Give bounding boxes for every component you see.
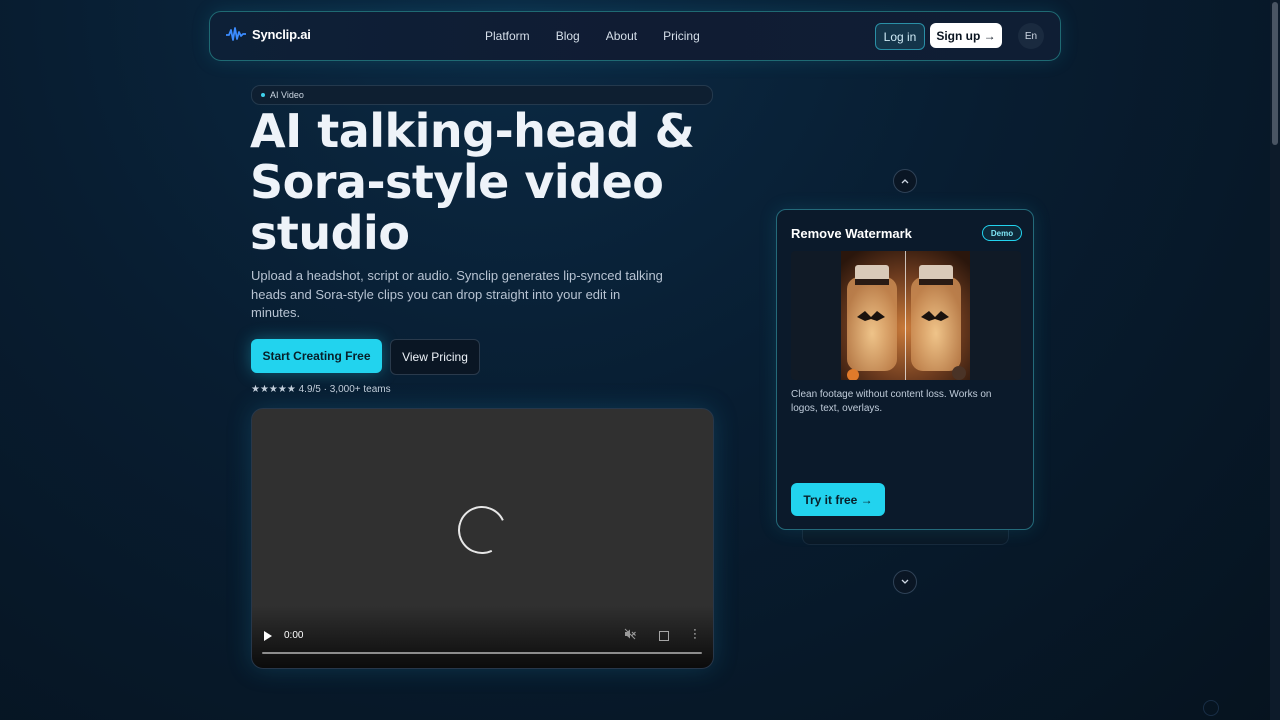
- nav-link-platform[interactable]: Platform: [485, 29, 530, 43]
- nav-link-pricing[interactable]: Pricing: [663, 29, 700, 43]
- play-icon[interactable]: [264, 631, 272, 641]
- language-button[interactable]: En: [1018, 23, 1044, 49]
- video-player[interactable]: 0:00 · · ·: [251, 408, 714, 669]
- nav-links: Platform Blog About Pricing: [485, 29, 700, 43]
- badge-label: AI Video: [270, 90, 304, 100]
- corner-badge-icon: [1203, 700, 1219, 716]
- hero-badge: AI Video: [251, 85, 713, 105]
- chevron-up-icon: [901, 179, 909, 184]
- badge-dot-icon: [261, 93, 265, 97]
- more-options-icon[interactable]: · · ·: [693, 625, 697, 644]
- hero-subtitle: Upload a headshot, script or audio. Sync…: [251, 268, 663, 320]
- scrollbar-thumb[interactable]: [1272, 2, 1278, 145]
- hero-title-line-2: Sora-style video: [250, 155, 664, 209]
- demo-badge: Demo: [982, 225, 1022, 241]
- fullscreen-icon[interactable]: [659, 631, 669, 641]
- muted-speaker-icon: [624, 628, 636, 640]
- nav-link-about[interactable]: About: [606, 29, 637, 43]
- waveform-icon: [226, 27, 246, 41]
- try-it-free-button[interactable]: Try it free →: [791, 483, 885, 516]
- card-media: [791, 251, 1021, 380]
- login-button[interactable]: Log in: [875, 23, 925, 50]
- jar-photo: [841, 251, 970, 380]
- next-card-peek: [802, 528, 1009, 545]
- start-creating-button[interactable]: Start Creating Free: [251, 339, 382, 373]
- landing-page: Synclip.ai Platform Blog About Pricing L…: [0, 0, 1280, 720]
- top-navbar: Synclip.ai Platform Blog About Pricing L…: [209, 11, 1061, 61]
- feature-card: Remove Watermark Demo Clean footage with…: [776, 209, 1034, 530]
- view-pricing-button[interactable]: View Pricing: [390, 339, 480, 375]
- rating-text: ★★★★★ 4.9/5 · 3,000+ teams: [251, 384, 391, 395]
- hero-title-line-1: AI talking-head &: [250, 104, 695, 158]
- nav-link-blog[interactable]: Blog: [556, 29, 580, 43]
- mute-icon[interactable]: [624, 628, 636, 643]
- card-title: Remove Watermark: [791, 226, 912, 241]
- brand-logo[interactable]: Synclip.ai: [226, 26, 311, 42]
- loading-spinner-icon: [451, 499, 513, 561]
- hero-title: AI talking-head & Sora-style video studi…: [250, 106, 730, 259]
- carousel-down-button[interactable]: [893, 570, 917, 594]
- signup-button[interactable]: Sign up →: [930, 23, 1002, 48]
- card-description: Clean footage without content loss. Work…: [791, 389, 992, 414]
- video-progress-bar[interactable]: [262, 652, 702, 654]
- hero-title-line-3: studio: [250, 206, 410, 260]
- carousel-up-button[interactable]: [893, 169, 917, 193]
- brand-name: Synclip.ai: [252, 26, 311, 42]
- chevron-down-icon: [901, 579, 909, 584]
- video-time: 0:00: [284, 630, 304, 641]
